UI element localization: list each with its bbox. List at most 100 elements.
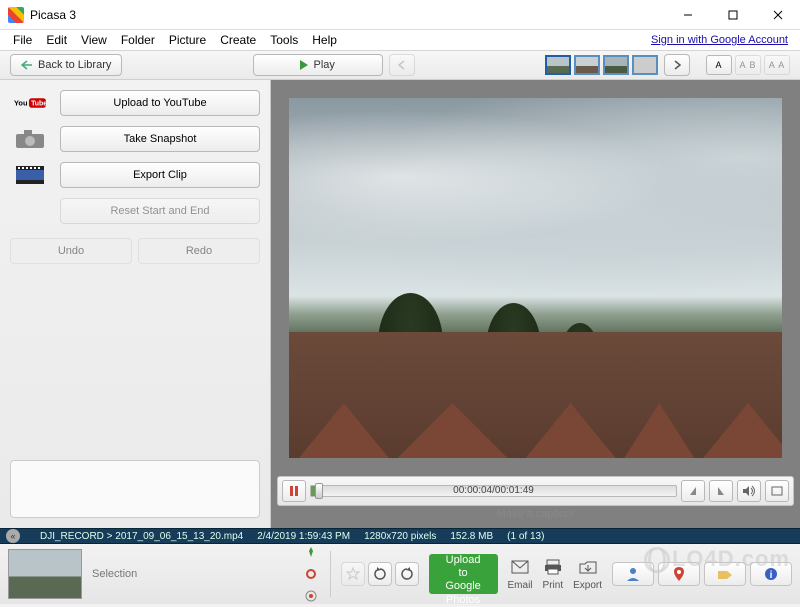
collapse-sidebar-button[interactable]: « [6,529,20,543]
people-button[interactable] [612,562,654,586]
info-strip: « DJI_RECORD > 2017_09_06_15_13_20.mp4 2… [0,528,800,544]
time-display: 00:00:04/00:01:49 [453,485,534,496]
mark-out-button[interactable] [709,480,733,502]
file-date: 2/4/2019 1:59:43 PM [257,531,350,542]
upload-youtube-button[interactable]: Upload to YouTube [60,90,260,116]
reset-start-end-button[interactable]: Reset Start and End [60,198,260,224]
rotate-ccw-icon [373,567,387,581]
tags-button[interactable] [704,562,746,586]
seek-track[interactable]: 00:00:04/00:01:49 [310,485,677,497]
export-button[interactable]: Export [573,558,602,591]
main-area: YouTube Upload to YouTube Take Snapshot … [0,80,800,528]
maximize-button[interactable] [710,0,755,30]
nav-thumb[interactable] [632,55,658,75]
titlebar: Picasa 3 [0,0,800,30]
text-size-large[interactable]: A A [764,55,790,75]
camera-icon [10,128,50,150]
export-icon [579,558,597,576]
arrow-left-icon [21,60,33,70]
thumbnail-nav [545,55,658,75]
viewer: 00:00:04/00:01:49 Make a caption! [271,80,800,528]
pause-button[interactable] [282,480,306,502]
email-button[interactable]: Email [508,558,533,591]
volume-button[interactable] [737,480,761,502]
add-button[interactable] [302,587,320,605]
bottom-tray: Selection Upload to Google Photos Email … [0,544,800,604]
file-index: (1 of 13) [507,531,544,542]
take-snapshot-button[interactable]: Take Snapshot [60,126,260,152]
svg-text:You: You [14,99,28,108]
email-icon [511,558,529,576]
youtube-icon: YouTube [10,92,50,114]
info-icon: i [764,567,778,581]
play-button[interactable]: Play [253,54,383,76]
minimize-button[interactable] [665,0,710,30]
triangle-left-icon [688,486,698,496]
clear-button[interactable] [302,565,320,583]
caption-input[interactable]: Make a caption! [277,508,794,526]
text-size-med[interactable]: A B [735,55,761,75]
pin-icon [305,546,317,558]
seek-handle[interactable] [315,483,323,499]
menu-edit[interactable]: Edit [39,31,74,49]
play-icon [300,60,308,70]
nav-thumb[interactable] [545,55,571,75]
signin-link[interactable]: Sign in with Google Account [651,34,794,46]
star-button[interactable] [341,562,365,586]
menu-create[interactable]: Create [213,31,263,49]
nav-thumb[interactable] [603,55,629,75]
rotate-cw-button[interactable] [395,562,419,586]
close-button[interactable] [755,0,800,30]
star-icon [346,567,360,581]
menu-help[interactable]: Help [305,31,344,49]
play-label: Play [313,59,334,71]
info-button[interactable]: i [750,562,792,586]
next-button[interactable] [664,54,690,76]
arrow-right-icon [672,60,682,70]
back-label: Back to Library [38,59,111,71]
text-size-small[interactable]: A [706,55,732,75]
back-to-library-button[interactable]: Back to Library [10,54,122,76]
sidebar: YouTube Upload to YouTube Take Snapshot … [0,80,271,528]
redo-button[interactable]: Redo [138,238,260,264]
menubar: File Edit View Folder Picture Create Too… [0,30,800,50]
tags-box[interactable] [10,460,260,518]
text-size-group: A A B A A [706,55,790,75]
person-icon [625,566,641,582]
video-canvas[interactable] [289,98,782,458]
svg-text:i: i [770,570,773,581]
menu-view[interactable]: View [74,31,114,49]
file-size: 152.8 MB [450,531,493,542]
mark-in-button[interactable] [681,480,705,502]
arrow-left-icon [397,60,407,70]
upload-google-photos-button[interactable]: Upload to Google Photos [429,554,498,594]
nav-thumb[interactable] [574,55,600,75]
menu-picture[interactable]: Picture [162,31,213,49]
pin-icon [672,566,686,582]
target-icon [305,590,317,602]
places-button[interactable] [658,562,700,586]
film-icon [10,164,50,186]
print-icon [544,558,562,576]
circle-icon [305,568,317,580]
rotate-cw-icon [400,567,414,581]
prev-button[interactable] [389,54,415,76]
menu-tools[interactable]: Tools [263,31,305,49]
rotate-ccw-button[interactable] [368,562,392,586]
export-clip-button[interactable]: Export Clip [60,162,260,188]
selection-label: Selection [92,568,137,580]
tag-icon [717,567,733,581]
menu-folder[interactable]: Folder [114,31,162,49]
undo-button[interactable]: Undo [10,238,132,264]
menu-file[interactable]: File [6,31,39,49]
selection-thumbnail[interactable] [8,549,82,599]
svg-text:Tube: Tube [31,101,46,108]
hold-button[interactable] [302,543,320,561]
file-path: DJI_RECORD > 2017_09_06_15_13_20.mp4 [40,531,243,542]
print-button[interactable]: Print [543,558,564,591]
fullscreen-icon [771,486,783,496]
file-dimensions: 1280x720 pixels [364,531,436,542]
fullscreen-button[interactable] [765,480,789,502]
toolbar: Back to Library Play A A B A A [0,50,800,80]
triangle-right-icon [716,486,726,496]
